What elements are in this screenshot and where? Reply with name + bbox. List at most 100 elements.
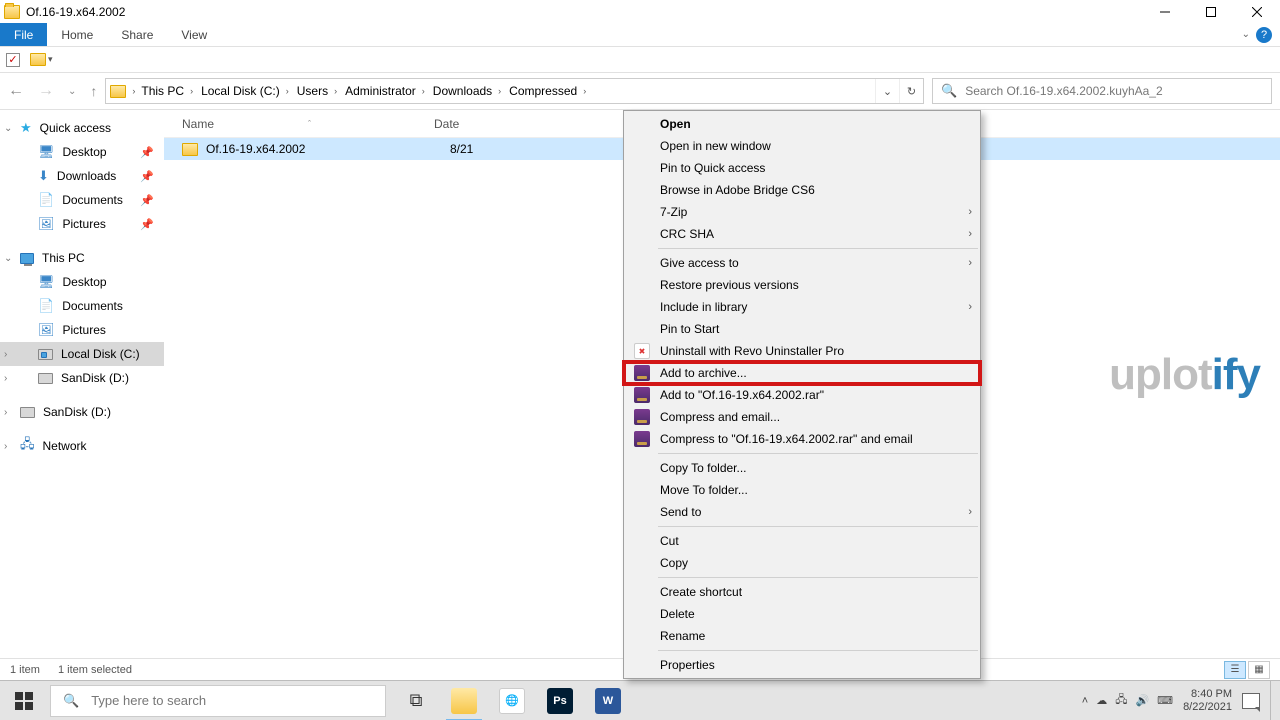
ctx-properties[interactable]: Properties xyxy=(624,654,980,676)
status-selected-count: 1 item selected xyxy=(58,664,132,676)
ctx-give-access[interactable]: Give access to› xyxy=(624,252,980,274)
context-menu: Open Open in new window Pin to Quick acc… xyxy=(623,110,981,679)
ctx-rename[interactable]: Rename xyxy=(624,625,980,647)
qat-properties-icon[interactable]: ✓ xyxy=(6,53,20,67)
ribbon-tab-view[interactable]: View xyxy=(167,23,221,46)
taskbar-explorer[interactable] xyxy=(440,681,488,720)
tray-network-icon[interactable]: 🖧 xyxy=(1115,691,1127,710)
start-button[interactable] xyxy=(0,681,48,720)
sidebar-pictures[interactable]: 🖼Pictures📌 xyxy=(0,212,164,236)
ctx-copy[interactable]: Copy xyxy=(624,552,980,574)
show-desktop-button[interactable] xyxy=(1270,681,1274,720)
qat-dropdown-icon[interactable]: ▾ xyxy=(48,54,53,65)
ctx-browse-bridge[interactable]: Browse in Adobe Bridge CS6 xyxy=(624,179,980,201)
taskbar-photoshop[interactable]: Ps xyxy=(536,681,584,720)
ctx-compress-to-email[interactable]: Compress to "Of.16-19.x64.2002.rar" and … xyxy=(624,428,980,450)
sidebar-desktop-pc[interactable]: 🖥Desktop xyxy=(0,270,164,294)
tray-onedrive-icon[interactable]: ☁ xyxy=(1096,694,1107,707)
sidebar-quick-access[interactable]: ⌄ ★ Quick access xyxy=(0,116,164,140)
tray-chevron-icon[interactable]: ˄ xyxy=(1082,695,1088,707)
chevron-right-icon[interactable]: › xyxy=(4,407,7,418)
action-center-button[interactable] xyxy=(1242,693,1260,709)
sort-indicator-icon: ˆ xyxy=(308,119,311,129)
nav-forward-button[interactable]: → xyxy=(38,82,54,100)
ribbon-collapse-icon[interactable]: ⌄ xyxy=(1242,29,1250,40)
sidebar-documents[interactable]: 📄Documents📌 xyxy=(0,188,164,212)
view-icons-button[interactable]: ▦ xyxy=(1248,661,1270,679)
taskbar-clock[interactable]: 8:40 PM 8/22/2021 xyxy=(1183,688,1232,714)
ctx-crc-sha[interactable]: CRC SHA› xyxy=(624,223,980,245)
minimize-button[interactable] xyxy=(1142,0,1188,23)
taskbar-chrome[interactable]: 🌐 xyxy=(488,681,536,720)
ctx-include-library[interactable]: Include in library› xyxy=(624,296,980,318)
address-bar[interactable]: › This PC› Local Disk (C:)› Users› Admin… xyxy=(105,78,924,104)
taskbar-search[interactable]: 🔍 Type here to search xyxy=(50,685,386,717)
breadcrumb-compressed[interactable]: Compressed› xyxy=(505,84,590,98)
sidebar-network[interactable]: ›🖧Network xyxy=(0,434,164,458)
address-folder-icon xyxy=(110,85,126,98)
ctx-open-new-window[interactable]: Open in new window xyxy=(624,135,980,157)
sidebar-this-pc[interactable]: ⌄This PC xyxy=(0,246,164,270)
sidebar-desktop[interactable]: 🖥Desktop📌 xyxy=(0,140,164,164)
ctx-revo-uninstall[interactable]: Uninstall with Revo Uninstaller Pro xyxy=(624,340,980,362)
ctx-cut[interactable]: Cut xyxy=(624,530,980,552)
sidebar-downloads[interactable]: ⬇Downloads📌 xyxy=(0,164,164,188)
tray-language-icon[interactable]: ⌨ xyxy=(1157,694,1173,707)
ctx-create-shortcut[interactable]: Create shortcut xyxy=(624,581,980,603)
winrar-icon xyxy=(634,365,650,381)
close-button[interactable] xyxy=(1234,0,1280,23)
download-icon: ⬇ xyxy=(38,168,49,184)
ctx-pin-quick[interactable]: Pin to Quick access xyxy=(624,157,980,179)
ctx-add-to-rar[interactable]: Add to "Of.16-19.x64.2002.rar" xyxy=(624,384,980,406)
nav-back-button[interactable]: ← xyxy=(8,82,24,100)
taskbar-word[interactable]: W xyxy=(584,681,632,720)
pin-icon: 📌 xyxy=(140,218,154,231)
chevron-down-icon[interactable]: ⌄ xyxy=(4,123,12,134)
system-tray: ˄ ☁ 🖧 🔊 ⌨ 8:40 PM 8/22/2021 xyxy=(1082,681,1280,720)
sidebar-local-disk[interactable]: ›Local Disk (C:) xyxy=(0,342,164,366)
column-name[interactable]: Nameˆ xyxy=(182,117,434,131)
address-dropdown-button[interactable]: ⌄ xyxy=(875,79,899,103)
winrar-icon xyxy=(634,431,650,447)
search-box[interactable]: 🔍 Search Of.16-19.x64.2002.kuyhAa_2 xyxy=(932,78,1272,104)
breadcrumb-users[interactable]: Users› xyxy=(293,84,341,98)
sidebar-pictures-pc[interactable]: 🖼Pictures xyxy=(0,318,164,342)
ribbon-tab-home[interactable]: Home xyxy=(47,23,107,46)
breadcrumb-thispc[interactable]: This PC› xyxy=(137,84,197,98)
ctx-compress-email[interactable]: Compress and email... xyxy=(624,406,980,428)
sidebar-sandisk-1[interactable]: ›SanDisk (D:) xyxy=(0,366,164,390)
qat-newfolder-icon[interactable] xyxy=(30,53,46,66)
breadcrumb-admin[interactable]: Administrator› xyxy=(341,84,429,98)
chevron-right-icon[interactable]: › xyxy=(4,349,7,360)
view-details-button[interactable]: ☰ xyxy=(1224,661,1246,679)
ctx-open[interactable]: Open xyxy=(624,113,980,135)
help-icon[interactable]: ? xyxy=(1256,27,1272,43)
column-date[interactable]: Date xyxy=(434,117,459,131)
breadcrumb-root-sep[interactable]: › xyxy=(130,86,137,96)
ctx-delete[interactable]: Delete xyxy=(624,603,980,625)
maximize-button[interactable] xyxy=(1188,0,1234,23)
ribbon-tab-share[interactable]: Share xyxy=(107,23,167,46)
taskbar-search-placeholder: Type here to search xyxy=(91,693,206,708)
ctx-send-to[interactable]: Send to› xyxy=(624,501,980,523)
chevron-right-icon[interactable]: › xyxy=(4,373,7,384)
sidebar-sandisk-2[interactable]: ›SanDisk (D:) xyxy=(0,400,164,424)
ctx-pin-start[interactable]: Pin to Start xyxy=(624,318,980,340)
ctx-add-to-archive[interactable]: Add to archive... xyxy=(624,362,980,384)
chevron-down-icon[interactable]: ⌄ xyxy=(4,253,12,264)
chevron-right-icon[interactable]: › xyxy=(4,441,7,452)
ctx-7zip[interactable]: 7-Zip› xyxy=(624,201,980,223)
ctx-move-to[interactable]: Move To folder... xyxy=(624,479,980,501)
nav-history-dropdown[interactable]: ⌄ xyxy=(68,86,76,97)
refresh-button[interactable]: ↻ xyxy=(899,79,923,103)
tray-volume-icon[interactable]: 🔊 xyxy=(1135,694,1149,707)
nav-up-button[interactable]: ↑ xyxy=(90,83,97,99)
breadcrumb-downloads[interactable]: Downloads› xyxy=(429,84,505,98)
ribbon-tab-file[interactable]: File xyxy=(0,23,47,46)
breadcrumb-localdisk[interactable]: Local Disk (C:)› xyxy=(197,84,293,98)
sidebar-documents-pc[interactable]: 📄Documents xyxy=(0,294,164,318)
ctx-copy-to[interactable]: Copy To folder... xyxy=(624,457,980,479)
ctx-restore-prev[interactable]: Restore previous versions xyxy=(624,274,980,296)
folder-icon xyxy=(182,143,198,156)
task-view-button[interactable]: ⧉ xyxy=(392,681,440,720)
